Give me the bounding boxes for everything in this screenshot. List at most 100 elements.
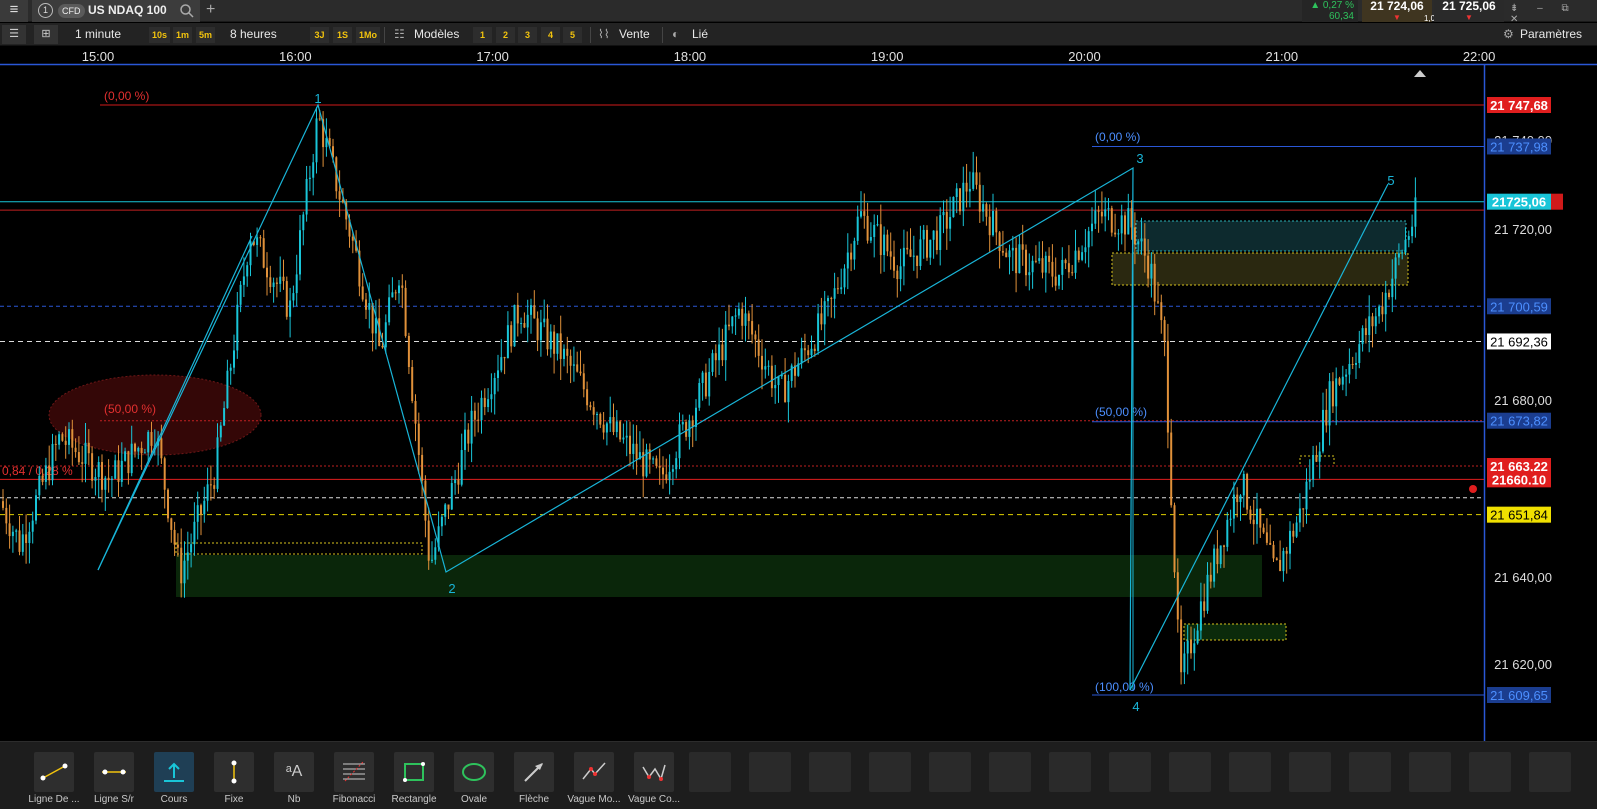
templates-button[interactable]: Modèles	[414, 25, 459, 44]
ask-down-arrow-icon: ▼	[1465, 13, 1473, 22]
fixed-line-tool[interactable]: Fixe	[204, 752, 264, 808]
candle-body	[803, 348, 806, 351]
candle-body	[200, 505, 202, 515]
toolbar-divider	[384, 27, 385, 43]
empty-tool-slot[interactable]	[989, 752, 1031, 792]
chart-canvas[interactable]: 15:00 16:00 17:00 18:00 19:00 20:00 21:00 22:00…	[0, 46, 1597, 741]
search-icon[interactable]	[179, 3, 195, 19]
candle-body	[1358, 344, 1361, 363]
price-chart[interactable]: 15:00 16:00 17:00 18:00 19:00 20:00 21:00 22:00…	[0, 46, 1597, 741]
candle-body	[1335, 378, 1338, 407]
empty-tool-slot[interactable]	[689, 752, 731, 792]
candle-body	[1219, 545, 1222, 565]
empty-tool-slot[interactable]	[749, 752, 791, 792]
linked-button[interactable]: Lié	[692, 25, 708, 44]
candle-body	[1137, 241, 1140, 245]
price-tag-label: 21 673,82	[1490, 414, 1548, 429]
candle-body	[54, 443, 57, 445]
interval-5m-button[interactable]: 5m	[196, 27, 216, 43]
range-select[interactable]: 8 heures	[230, 25, 277, 44]
add-tab-icon[interactable]: +	[206, 1, 215, 19]
candle-body	[701, 372, 704, 384]
instrument-tab[interactable]: 1 CFD US NDAQ 100	[32, 0, 200, 22]
empty-tool-slot[interactable]	[1349, 752, 1391, 792]
candle-body	[236, 304, 239, 351]
bid-price: 21 724,06	[1370, 0, 1424, 13]
candle-body	[315, 118, 318, 163]
empty-tool-slot[interactable]	[1169, 752, 1211, 792]
slot-4-button[interactable]: 4	[541, 27, 560, 43]
candle-body	[873, 224, 876, 238]
price-tool[interactable]: Cours	[144, 752, 204, 808]
empty-tool-slot[interactable]	[1229, 752, 1271, 792]
empty-tool-slot[interactable]	[1109, 752, 1151, 792]
trendline-icon	[34, 752, 74, 792]
window-controls-icon[interactable]: ⇟ – ⧉ ✕	[1510, 3, 1597, 25]
candle-body	[589, 405, 592, 408]
range-3j-button[interactable]: 3J	[310, 27, 329, 43]
bid-price-box[interactable]: 21 724,06 ▼	[1362, 0, 1432, 22]
empty-tool-slot[interactable]	[1469, 752, 1511, 792]
empty-tool-slot[interactable]	[1289, 752, 1331, 792]
candle-body	[1107, 208, 1110, 210]
slot-5-button[interactable]: 5	[563, 27, 582, 43]
candle-body	[1186, 640, 1189, 654]
fibonacci-tool[interactable]: Fibonacci	[324, 752, 384, 808]
list-icon[interactable]: ☰	[2, 25, 26, 44]
candle-body	[490, 394, 493, 400]
scroll-end-icon	[1414, 70, 1426, 77]
rectangle-tool[interactable]: Rectangle	[384, 752, 444, 808]
candle-body	[97, 462, 100, 478]
sr-line-tool[interactable]: Ligne S/r	[84, 752, 144, 808]
fixed-line-icon	[214, 752, 254, 792]
candle-body	[1117, 233, 1120, 235]
empty-tool-slot[interactable]	[809, 752, 851, 792]
empty-tool-slot[interactable]	[1049, 752, 1091, 792]
empty-tool-slot[interactable]	[869, 752, 911, 792]
text-tool[interactable]: ᵃA Nb	[264, 752, 324, 808]
empty-tool-slot[interactable]	[1409, 752, 1451, 792]
tool-label: Cours	[160, 794, 188, 805]
wave-label: 1	[314, 91, 321, 106]
slot-3-button[interactable]: 3	[518, 27, 537, 43]
trendline-tool[interactable]: Ligne De ...	[24, 752, 84, 808]
candle-body	[516, 304, 519, 324]
candle-body	[140, 447, 143, 453]
range-1mo-button[interactable]: 1Mo	[356, 27, 380, 43]
candle-body	[384, 322, 387, 348]
timeframe-select[interactable]: 1 minute	[75, 25, 121, 44]
candle-body	[84, 442, 87, 464]
candle-body	[995, 210, 998, 233]
wave-motive-tool[interactable]: Vague Mo...	[564, 752, 624, 808]
interval-1m-button[interactable]: 1m	[173, 27, 193, 43]
slot-2-button[interactable]: 2	[496, 27, 515, 43]
settings-button[interactable]: Paramètres	[1520, 25, 1582, 44]
candle-body	[295, 274, 298, 294]
candle-body	[909, 249, 912, 257]
sell-button[interactable]: Vente	[619, 25, 650, 44]
arrow-icon	[514, 752, 554, 792]
menu-icon[interactable]: ≡	[0, 0, 28, 22]
candle-body	[1374, 316, 1377, 327]
candle-body	[1127, 208, 1130, 235]
ask-price-box[interactable]: 21 725,06 ▼	[1434, 0, 1504, 22]
candle-body	[939, 215, 942, 251]
slot-1-button[interactable]: 1	[473, 27, 492, 43]
empty-tool-slot[interactable]	[929, 752, 971, 792]
tool-label: Fibonacci	[332, 794, 376, 805]
layout-icon[interactable]: ⊞	[34, 25, 58, 44]
interval-10s-button[interactable]: 10s	[149, 27, 171, 43]
wave-motive-icon	[574, 752, 614, 792]
price-change: ▲ 0,27 % 60,34	[1302, 0, 1358, 22]
wave-corrective-tool[interactable]: Vague Co...	[624, 752, 684, 808]
candle-body	[1018, 244, 1021, 274]
arrow-tool[interactable]: Flèche	[504, 752, 564, 808]
price-tag-label: 21725,06	[1492, 195, 1546, 210]
candle-body	[18, 530, 21, 552]
range-1s-button[interactable]: 1S	[333, 27, 352, 43]
candle-body	[417, 423, 420, 455]
demand-zone	[176, 555, 1262, 597]
candle-body	[1282, 550, 1285, 572]
empty-tool-slot[interactable]	[1529, 752, 1571, 792]
oval-tool[interactable]: Ovale	[444, 752, 504, 808]
